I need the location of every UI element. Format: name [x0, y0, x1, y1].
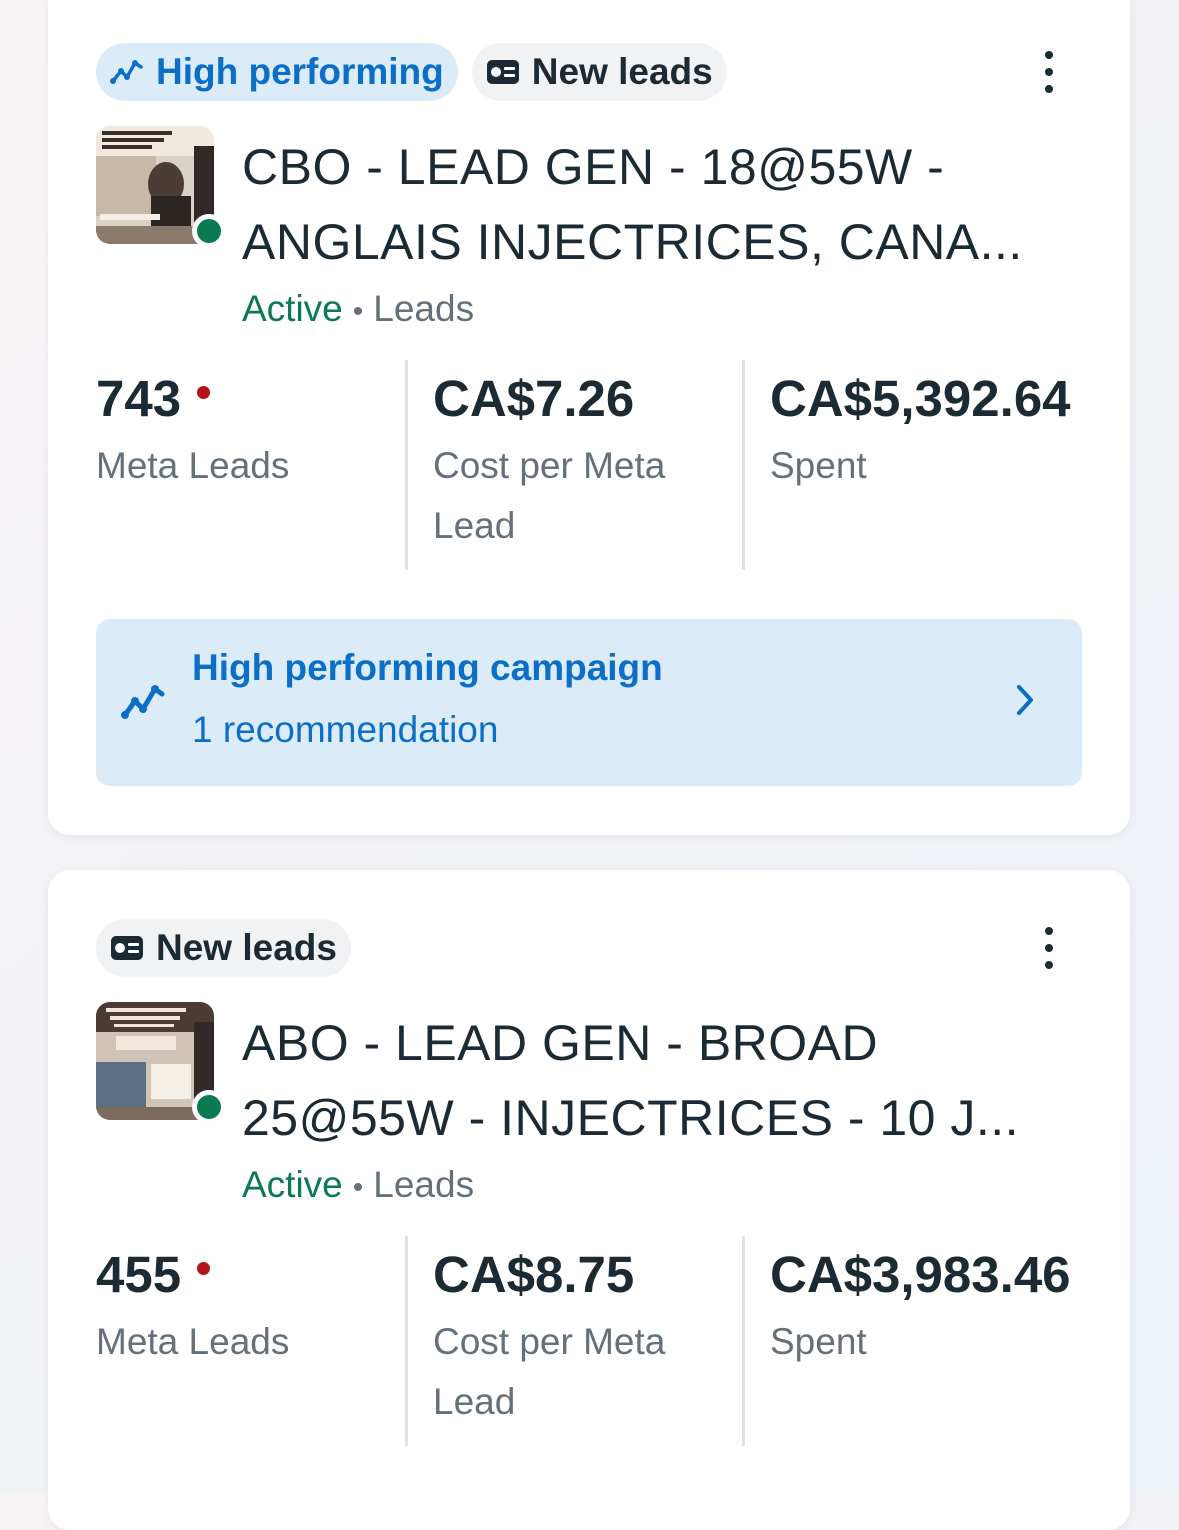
campaign-objective: Leads [373, 288, 475, 329]
recommendation-count: 1 recommendation [192, 709, 499, 750]
spent-label: Spent [770, 1321, 867, 1362]
badge-row: New leads [96, 919, 351, 977]
badge-label: New leads [531, 51, 713, 92]
lead-card-icon [110, 935, 144, 961]
leads-label: Meta Leads [96, 1321, 290, 1362]
new-leads-badge: New leads [471, 43, 727, 101]
more-options-icon[interactable] [1034, 918, 1064, 978]
trend-line-icon [110, 57, 144, 87]
trend-line-icon [120, 681, 166, 726]
cpl-label: Cost per Meta Lead [433, 1321, 666, 1422]
metric-spent: CA$3,983.46 Spent [770, 1238, 1080, 1372]
high-performing-badge: High performing [96, 43, 458, 101]
leads-label: Meta Leads [96, 445, 290, 486]
divider [742, 360, 745, 570]
divider [405, 360, 408, 570]
campaign-status: Active • Leads [242, 1164, 475, 1205]
badge-row: High performing New leads [96, 43, 727, 101]
leads-value: 743 [96, 370, 182, 427]
campaign-objective: Leads [373, 1164, 475, 1205]
spent-value: CA$3,983.46 [770, 1246, 1071, 1303]
chevron-right-icon [1014, 681, 1036, 724]
campaign-title[interactable]: CBO - LEAD GEN - 18@55W - ANGLAIS INJECT… [242, 130, 1082, 280]
divider [405, 1236, 408, 1446]
recommendation-title: High performing campaign [192, 647, 663, 688]
cpl-label: Cost per Meta Lead [433, 445, 666, 546]
campaign-title[interactable]: ABO - LEAD GEN - BROAD 25@55W - INJECTRI… [242, 1006, 1082, 1156]
divider [742, 1236, 745, 1446]
metric-cost-per-lead: CA$7.26 Cost per Meta Lead [433, 362, 723, 556]
new-leads-badge: New leads [96, 919, 351, 977]
cpl-value: CA$8.75 [433, 1246, 635, 1303]
badge-label: High performing [156, 51, 444, 92]
campaign-status: Active • Leads [242, 288, 475, 329]
campaign-card[interactable]: New leads ABO - LEAD GEN - BROAD 25@55W … [48, 870, 1130, 1530]
active-status-dot [192, 1090, 226, 1124]
more-options-icon[interactable] [1034, 42, 1064, 102]
new-indicator-dot [197, 1262, 211, 1276]
recommendation-banner[interactable]: High performing campaign 1 recommendatio… [96, 619, 1082, 786]
campaign-thumbnail [96, 126, 226, 248]
spent-value: CA$5,392.64 [770, 370, 1071, 427]
active-status-dot [192, 214, 226, 248]
campaign-thumbnail [96, 1002, 226, 1124]
leads-value: 455 [96, 1246, 182, 1303]
lead-card-icon [486, 59, 520, 85]
status-active: Active [242, 1164, 343, 1205]
metric-spent: CA$5,392.64 Spent [770, 362, 1080, 496]
cpl-value: CA$7.26 [433, 370, 635, 427]
metric-leads: 455 Meta Leads [96, 1238, 396, 1372]
status-active: Active [242, 288, 343, 329]
campaign-card[interactable]: High performing New leads CBO - LEAD GEN… [48, 0, 1130, 835]
metric-cost-per-lead: CA$8.75 Cost per Meta Lead [433, 1238, 723, 1432]
spent-label: Spent [770, 445, 867, 486]
new-indicator-dot [197, 386, 211, 400]
metric-leads: 743 Meta Leads [96, 362, 396, 496]
badge-label: New leads [156, 927, 337, 968]
